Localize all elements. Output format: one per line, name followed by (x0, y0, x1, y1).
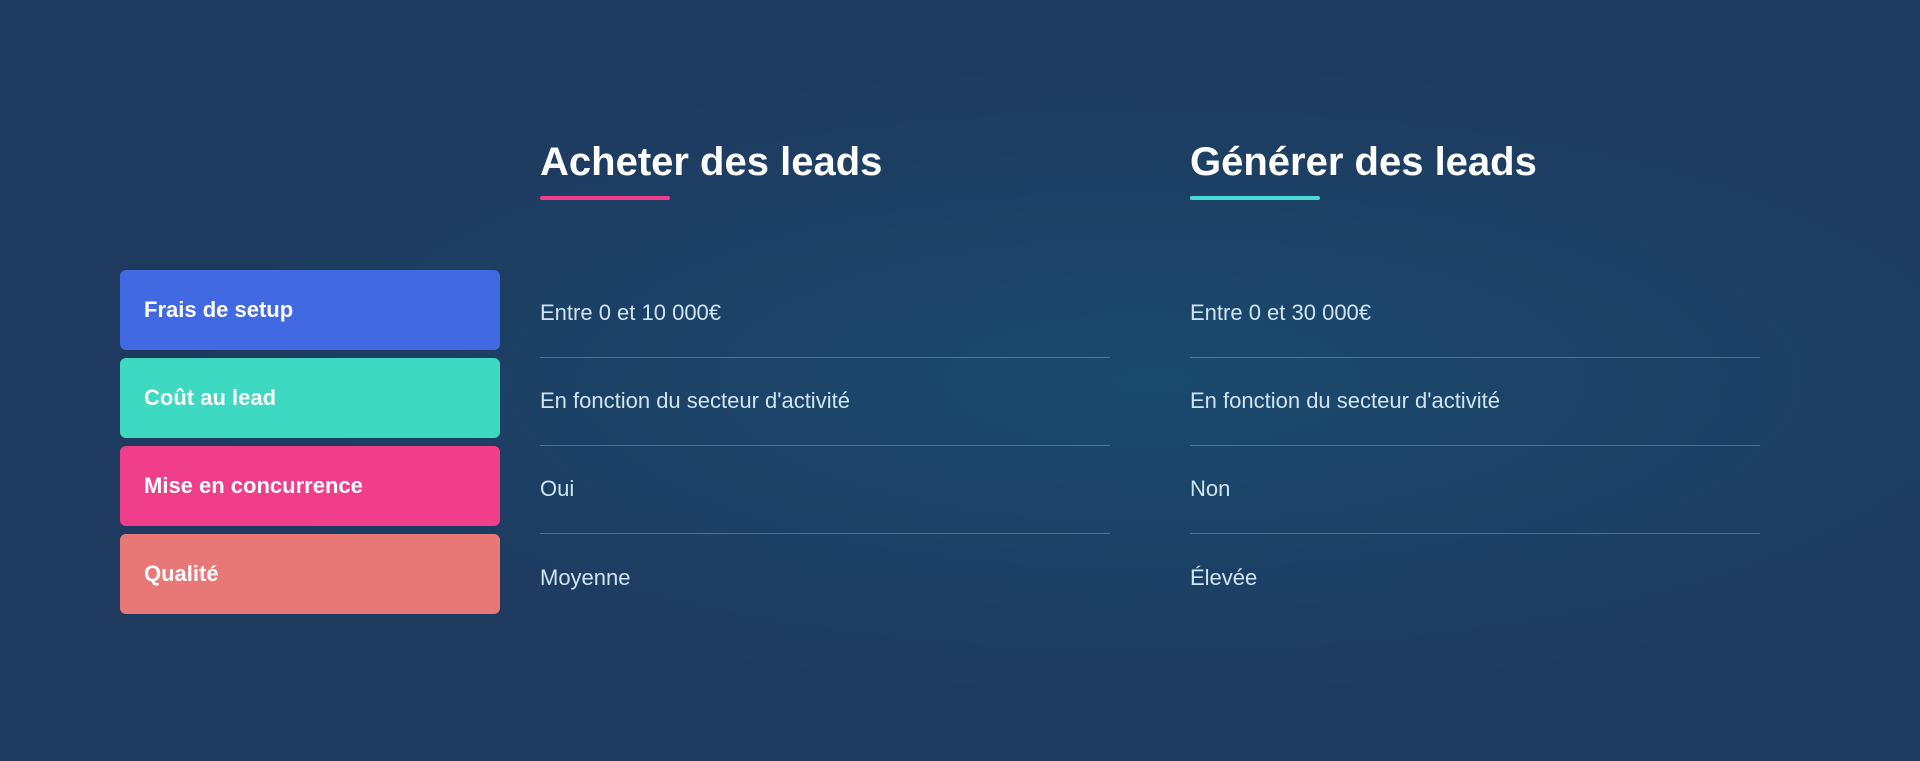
label-mise-concurrence: Mise en concurrence (120, 446, 500, 526)
page-container: Acheter des leads Générer des leads Frai… (0, 0, 1920, 761)
label-qualite: Qualité (120, 534, 500, 614)
col1-underline (540, 196, 670, 200)
header-col2: Générer des leads (1150, 140, 1800, 240)
col2-row1: Entre 0 et 30 000€ (1190, 270, 1760, 358)
col2-row3: Non (1190, 446, 1760, 534)
col1-row4: Moyenne (540, 534, 1110, 622)
col1-row2: En fonction du secteur d'activité (540, 358, 1110, 446)
labels-column: Frais de setup Coût au lead Mise en conc… (120, 240, 500, 622)
header-empty (120, 140, 500, 240)
data-col2: Entre 0 et 30 000€ En fonction du secteu… (1150, 240, 1800, 622)
col1-row3: Oui (540, 446, 1110, 534)
col2-row2: En fonction du secteur d'activité (1190, 358, 1760, 446)
comparison-table: Acheter des leads Générer des leads Frai… (120, 140, 1800, 622)
col2-row4: Élevée (1190, 534, 1760, 622)
header-col1: Acheter des leads (500, 140, 1150, 240)
data-col1: Entre 0 et 10 000€ En fonction du secteu… (500, 240, 1150, 622)
col1-row1: Entre 0 et 10 000€ (540, 270, 1110, 358)
col2-title: Générer des leads (1190, 140, 1760, 184)
label-cout-lead: Coût au lead (120, 358, 500, 438)
label-frais-setup: Frais de setup (120, 270, 500, 350)
col2-underline (1190, 196, 1320, 200)
col1-title: Acheter des leads (540, 140, 1110, 184)
